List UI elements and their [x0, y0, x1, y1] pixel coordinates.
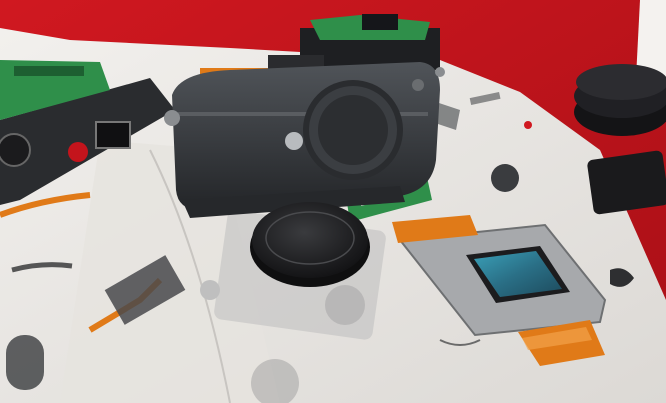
photo-scene — [0, 0, 666, 403]
photo-illustration — [0, 0, 666, 403]
camera-body-cap — [250, 202, 370, 287]
